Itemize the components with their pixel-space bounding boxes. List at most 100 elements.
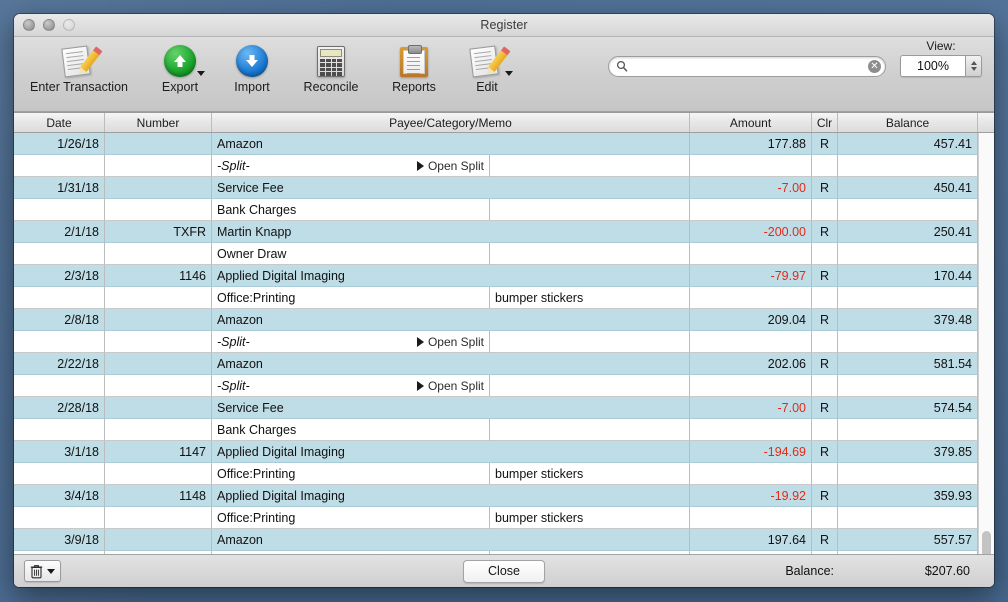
cell-payee[interactable]: Amazon bbox=[212, 353, 690, 375]
cell-amount[interactable]: 197.64 bbox=[690, 529, 812, 551]
zoom-button[interactable] bbox=[63, 19, 75, 31]
cell-payee[interactable]: Service Fee bbox=[212, 397, 690, 419]
clear-search-icon[interactable]: ✕ bbox=[868, 60, 881, 73]
cell-category[interactable]: Office:Printing bbox=[212, 287, 490, 309]
cell-amount[interactable]: -7.00 bbox=[690, 177, 812, 199]
cell-amount[interactable]: -7.00 bbox=[690, 397, 812, 419]
cell-date[interactable]: 2/3/18 bbox=[14, 265, 105, 287]
cell-payee[interactable]: Martin Knapp bbox=[212, 221, 690, 243]
cell-number[interactable] bbox=[105, 309, 212, 331]
cell-payee[interactable]: Amazon bbox=[212, 529, 690, 551]
cell-clr[interactable]: R bbox=[812, 309, 838, 331]
cell-payee[interactable]: Applied Digital Imaging bbox=[212, 485, 690, 507]
table-row[interactable]: 3/4/181148Applied Digital Imaging-19.92R… bbox=[14, 485, 994, 507]
cell-date[interactable]: 3/1/18 bbox=[14, 441, 105, 463]
cell-payee[interactable]: Amazon bbox=[212, 133, 690, 155]
open-split-button[interactable]: Open Split bbox=[417, 335, 484, 349]
cell-payee[interactable]: Applied Digital Imaging bbox=[212, 265, 690, 287]
cell-amount[interactable]: -200.00 bbox=[690, 221, 812, 243]
cell-date[interactable]: 1/26/18 bbox=[14, 133, 105, 155]
table-row[interactable]: 2/8/18Amazon209.04R379.48 bbox=[14, 309, 994, 331]
column-header-date[interactable]: Date bbox=[14, 113, 105, 132]
cell-amount[interactable]: -79.97 bbox=[690, 265, 812, 287]
table-row[interactable]: 3/9/18Amazon197.64R557.57 bbox=[14, 529, 994, 551]
cell-date[interactable]: 3/9/18 bbox=[14, 529, 105, 551]
cell-category[interactable]: Bank Charges bbox=[212, 419, 490, 441]
cell-number[interactable]: 1146 bbox=[105, 265, 212, 287]
cell-clr[interactable]: R bbox=[812, 265, 838, 287]
search-input[interactable] bbox=[628, 60, 868, 72]
reconcile-button[interactable]: Reconcile bbox=[288, 37, 374, 94]
cell-date[interactable]: 2/28/18 bbox=[14, 397, 105, 419]
cell-number[interactable] bbox=[105, 529, 212, 551]
cell-payee[interactable]: Applied Digital Imaging bbox=[212, 441, 690, 463]
enter-transaction-button[interactable]: Enter Transaction bbox=[14, 37, 144, 94]
cell-number[interactable] bbox=[105, 397, 212, 419]
table-row[interactable]: 2/1/18TXFRMartin Knapp-200.00R250.41 bbox=[14, 221, 994, 243]
cell-memo[interactable]: bumper stickers bbox=[490, 507, 690, 529]
cell-clr[interactable]: R bbox=[812, 529, 838, 551]
cell-date[interactable]: 2/22/18 bbox=[14, 353, 105, 375]
delete-menu-caret-icon[interactable] bbox=[47, 569, 55, 574]
cell-date[interactable]: 1/31/18 bbox=[14, 177, 105, 199]
cell-memo[interactable]: bumper stickers bbox=[490, 463, 690, 485]
cell-category[interactable]: Bank Charges bbox=[212, 199, 490, 221]
cell-clr[interactable]: R bbox=[812, 441, 838, 463]
cell-category[interactable]: -Split-Open Split bbox=[212, 155, 490, 177]
cell-memo[interactable]: bumper stickers bbox=[490, 287, 690, 309]
table-subrow[interactable]: Office:Printingbumper stickers bbox=[14, 287, 994, 309]
cell-date[interactable]: 2/8/18 bbox=[14, 309, 105, 331]
stepper-up-icon[interactable] bbox=[971, 61, 977, 65]
cell-category[interactable]: Office:Printing bbox=[212, 463, 490, 485]
cell-number[interactable] bbox=[105, 177, 212, 199]
cell-amount[interactable]: -19.92 bbox=[690, 485, 812, 507]
zoom-stepper[interactable]: 100% bbox=[900, 55, 982, 77]
table-subrow[interactable]: -Split-Open Split bbox=[14, 331, 994, 353]
cell-number[interactable]: 1147 bbox=[105, 441, 212, 463]
edit-button[interactable]: Edit bbox=[454, 37, 520, 94]
cell-clr[interactable]: R bbox=[812, 353, 838, 375]
table-subrow[interactable]: -Split-Open Split bbox=[14, 375, 994, 397]
cell-number[interactable]: 1148 bbox=[105, 485, 212, 507]
cell-memo[interactable] bbox=[490, 243, 690, 265]
search-field[interactable]: ✕ bbox=[608, 56, 886, 77]
cell-category[interactable]: -Split-Open Split bbox=[212, 375, 490, 397]
cell-payee[interactable]: Amazon bbox=[212, 309, 690, 331]
cell-date[interactable]: 3/4/18 bbox=[14, 485, 105, 507]
cell-payee[interactable]: Service Fee bbox=[212, 177, 690, 199]
stepper-down-icon[interactable] bbox=[971, 67, 977, 71]
reports-button[interactable]: Reports bbox=[374, 37, 454, 94]
close-window-button[interactable]: Close bbox=[463, 560, 545, 583]
column-header-number[interactable]: Number bbox=[105, 113, 212, 132]
cell-memo[interactable] bbox=[490, 331, 690, 353]
cell-memo[interactable] bbox=[490, 199, 690, 221]
cell-number[interactable] bbox=[105, 353, 212, 375]
close-button[interactable] bbox=[23, 19, 35, 31]
cell-clr[interactable]: R bbox=[812, 485, 838, 507]
cell-amount[interactable]: 209.04 bbox=[690, 309, 812, 331]
table-subrow[interactable]: -Split-Open Split bbox=[14, 155, 994, 177]
cell-category[interactable]: Office:Printing bbox=[212, 507, 490, 529]
column-header-payee[interactable]: Payee/Category/Memo bbox=[212, 113, 690, 132]
table-row[interactable]: 2/3/181146Applied Digital Imaging-79.97R… bbox=[14, 265, 994, 287]
column-header-clr[interactable]: Clr bbox=[812, 113, 838, 132]
cell-memo[interactable] bbox=[490, 155, 690, 177]
export-button[interactable]: Export bbox=[144, 37, 216, 94]
table-row[interactable]: 2/28/18Service Fee-7.00R574.54 bbox=[14, 397, 994, 419]
cell-number[interactable]: TXFR bbox=[105, 221, 212, 243]
import-button[interactable]: Import bbox=[216, 37, 288, 94]
table-subrow[interactable]: Bank Charges bbox=[14, 199, 994, 221]
edit-menu-caret-icon[interactable] bbox=[505, 71, 513, 76]
table-subrow[interactable]: Office:Printingbumper stickers bbox=[14, 463, 994, 485]
column-header-amount[interactable]: Amount bbox=[690, 113, 812, 132]
cell-clr[interactable]: R bbox=[812, 397, 838, 419]
scrollbar-thumb[interactable] bbox=[982, 531, 991, 554]
cell-clr[interactable]: R bbox=[812, 177, 838, 199]
cell-number[interactable] bbox=[105, 133, 212, 155]
cell-clr[interactable]: R bbox=[812, 133, 838, 155]
table-subrow[interactable]: Owner Draw bbox=[14, 243, 994, 265]
cell-amount[interactable]: 177.88 bbox=[690, 133, 812, 155]
table-row[interactable]: 3/1/181147Applied Digital Imaging-194.69… bbox=[14, 441, 994, 463]
table-row[interactable]: 1/31/18Service Fee-7.00R450.41 bbox=[14, 177, 994, 199]
cell-clr[interactable]: R bbox=[812, 221, 838, 243]
